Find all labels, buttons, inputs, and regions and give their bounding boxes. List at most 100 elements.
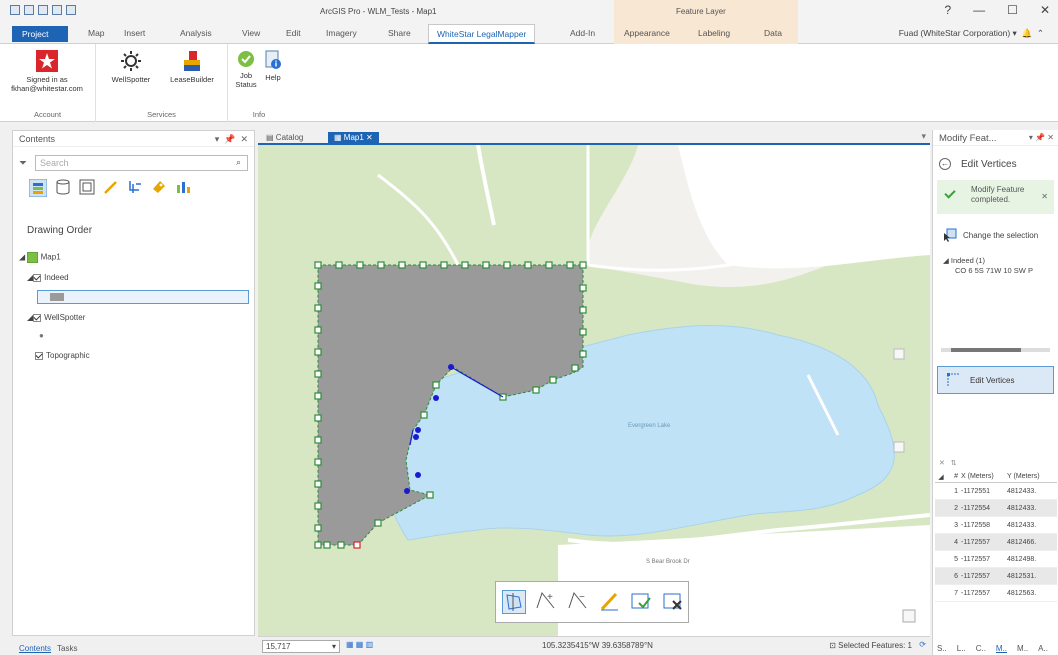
help-window-button[interactable]: ? xyxy=(944,3,951,17)
table-row[interactable]: 1 -1172551 4812433. xyxy=(935,483,1057,500)
add-vertex-button[interactable]: + xyxy=(534,590,558,614)
tab-appearance[interactable]: Appearance xyxy=(624,28,670,38)
maximize-button[interactable]: ☐ xyxy=(1007,3,1018,17)
tab-analysis[interactable]: Analysis xyxy=(180,28,212,38)
tab-project[interactable]: Project xyxy=(12,26,68,42)
leasebuilder-button[interactable]: LeaseBuilder xyxy=(162,50,222,84)
open-project-icon[interactable] xyxy=(24,5,34,15)
row-index[interactable]: 2 xyxy=(947,505,961,512)
y-value[interactable]: 4812433. xyxy=(1007,505,1051,512)
job-status-button[interactable]: Job Status xyxy=(234,50,258,89)
row-index[interactable]: 6 xyxy=(947,573,961,580)
row-index[interactable]: 4 xyxy=(947,539,961,546)
tab-whitestar-legalmapper[interactable]: WhiteStar LegalMapper xyxy=(428,24,536,44)
topographic-checkbox[interactable] xyxy=(35,351,43,360)
scroll-thumb[interactable] xyxy=(951,348,1021,352)
table-row[interactable]: 6 -1172557 4812531. xyxy=(935,568,1057,585)
tab-map[interactable]: Map xyxy=(88,28,105,38)
table-row[interactable]: 3 -1172558 4812433. xyxy=(935,517,1057,534)
x-value[interactable]: -1172557 xyxy=(961,590,1007,597)
close-button[interactable]: ✕ xyxy=(1040,3,1050,17)
indeed-checkbox[interactable] xyxy=(33,273,42,282)
pane-tab[interactable]: A.. xyxy=(1038,644,1048,653)
scale-input[interactable]: 15,717 ▾ xyxy=(262,640,340,653)
indeed-symbol-row[interactable] xyxy=(37,290,249,304)
refresh-icon[interactable]: ⟳ xyxy=(919,640,926,649)
chevron-down-icon[interactable]: ▾ xyxy=(332,642,336,651)
x-value[interactable]: -1172557 xyxy=(961,539,1007,546)
tab-add-in[interactable]: Add-In xyxy=(570,28,595,38)
help-button[interactable]: Help xyxy=(262,50,284,82)
tab-labeling[interactable]: Labeling xyxy=(698,28,730,38)
filter-icon[interactable]: ⏷ xyxy=(19,158,27,169)
tree-indeed[interactable]: ◢ Indeed xyxy=(27,273,69,282)
edit-vertices-button[interactable]: Edit Vertices xyxy=(937,366,1054,394)
col-y[interactable]: Y (Meters) xyxy=(1007,473,1051,480)
y-value[interactable]: 4812433. xyxy=(1007,488,1051,495)
tab-edit[interactable]: Edit xyxy=(286,28,301,38)
table-row[interactable]: 2 -1172554 4812433. xyxy=(935,500,1057,517)
collapse-ribbon-icon[interactable]: ⌃ xyxy=(1037,28,1044,38)
pane-controls[interactable]: ▾ 📌 ✕ xyxy=(215,134,248,145)
x-value[interactable]: -1172554 xyxy=(961,505,1007,512)
labeling-icon[interactable] xyxy=(151,179,167,195)
search-icon[interactable]: ⌕ xyxy=(236,157,241,168)
map-canvas[interactable]: S Bear Brook Dr Evergreen Lake xyxy=(258,145,930,636)
col-x[interactable]: X (Meters) xyxy=(961,473,1007,480)
delete-vertex-button[interactable]: − xyxy=(566,590,590,614)
selection-feature[interactable]: CO 6 5S 71W 10 SW P xyxy=(943,266,1058,276)
wellspotter-button[interactable]: WellSpotter xyxy=(104,50,158,84)
row-index[interactable]: 5 xyxy=(947,556,961,563)
change-selection-button[interactable]: Change the selection xyxy=(943,228,1058,242)
snapping-icon[interactable] xyxy=(127,179,143,195)
new-project-icon[interactable] xyxy=(10,5,20,15)
save-icon[interactable] xyxy=(38,5,48,15)
tab-contents[interactable]: Contents xyxy=(19,644,51,653)
account-button[interactable]: Signed in as fkhan@whitestar.com xyxy=(4,50,90,93)
selection-list-icon[interactable] xyxy=(79,179,95,195)
editing-pencil-icon[interactable] xyxy=(103,179,119,195)
horizontal-scrollbar[interactable] xyxy=(941,348,1050,352)
x-value[interactable]: -1172557 xyxy=(961,556,1007,563)
tree-map1[interactable]: ◢ Map1 xyxy=(19,251,61,264)
tab-imagery[interactable]: Imagery xyxy=(326,28,357,38)
pane-tab[interactable]: M.. xyxy=(996,644,1007,653)
user-account[interactable]: Fuad (WhiteStar Corporation) ▾ 🔔 ⌃ xyxy=(899,28,1044,39)
tab-tasks[interactable]: Tasks xyxy=(57,644,77,653)
redo-icon[interactable] xyxy=(66,5,76,15)
pane-controls[interactable]: ▾ 📌 ✕ xyxy=(1029,133,1054,142)
grid-options-icon[interactable]: ⇅ xyxy=(951,460,957,467)
dismiss-message-icon[interactable]: ✕ xyxy=(1041,192,1048,201)
close-tab-icon[interactable]: ✕ xyxy=(366,133,373,142)
tab-catalog[interactable]: ▤ Catalog xyxy=(260,132,309,145)
select-vertices-button[interactable] xyxy=(502,590,526,614)
charts-icon[interactable] xyxy=(175,179,191,195)
y-value[interactable]: 4812531. xyxy=(1007,573,1051,580)
contents-search-input[interactable]: Search ⌕ xyxy=(35,155,248,171)
col-index[interactable]: # xyxy=(947,473,961,480)
x-value[interactable]: -1172551 xyxy=(961,488,1007,495)
view-mode-icons[interactable]: ▦ ▦ ▥ xyxy=(346,640,373,649)
back-arrow-icon[interactable]: ← xyxy=(939,158,951,170)
tab-insert[interactable]: Insert xyxy=(124,28,145,38)
y-value[interactable]: 4812466. xyxy=(1007,539,1051,546)
selection-tree[interactable]: ◢ Indeed (1) CO 6 5S 71W 10 SW P xyxy=(943,256,1058,276)
pane-tab[interactable]: L.. xyxy=(957,644,966,653)
selected-features-count[interactable]: ⊡ Selected Features: 1 xyxy=(829,641,912,650)
x-value[interactable]: -1172558 xyxy=(961,522,1007,529)
x-value[interactable]: -1172557 xyxy=(961,573,1007,580)
clear-icon[interactable]: ✕ xyxy=(939,460,945,467)
undo-icon[interactable] xyxy=(52,5,62,15)
tab-map1[interactable]: ▦ Map1 ✕ xyxy=(328,132,379,145)
discard-edit-button[interactable] xyxy=(662,590,686,614)
finish-edit-button[interactable] xyxy=(630,590,654,614)
start-vertex-marker[interactable] xyxy=(353,541,361,549)
data-source-icon[interactable] xyxy=(55,179,71,195)
table-row[interactable]: 7 -1172557 4812563. xyxy=(935,585,1057,602)
pane-tab[interactable]: C.. xyxy=(976,644,986,653)
y-value[interactable]: 4812563. xyxy=(1007,590,1051,597)
y-value[interactable]: 4812433. xyxy=(1007,522,1051,529)
tab-menu-icon[interactable]: ▾ xyxy=(921,131,926,142)
selection-layer[interactable]: ◢ Indeed (1) xyxy=(943,256,1058,266)
expand-icon[interactable]: ◢ xyxy=(19,253,25,262)
